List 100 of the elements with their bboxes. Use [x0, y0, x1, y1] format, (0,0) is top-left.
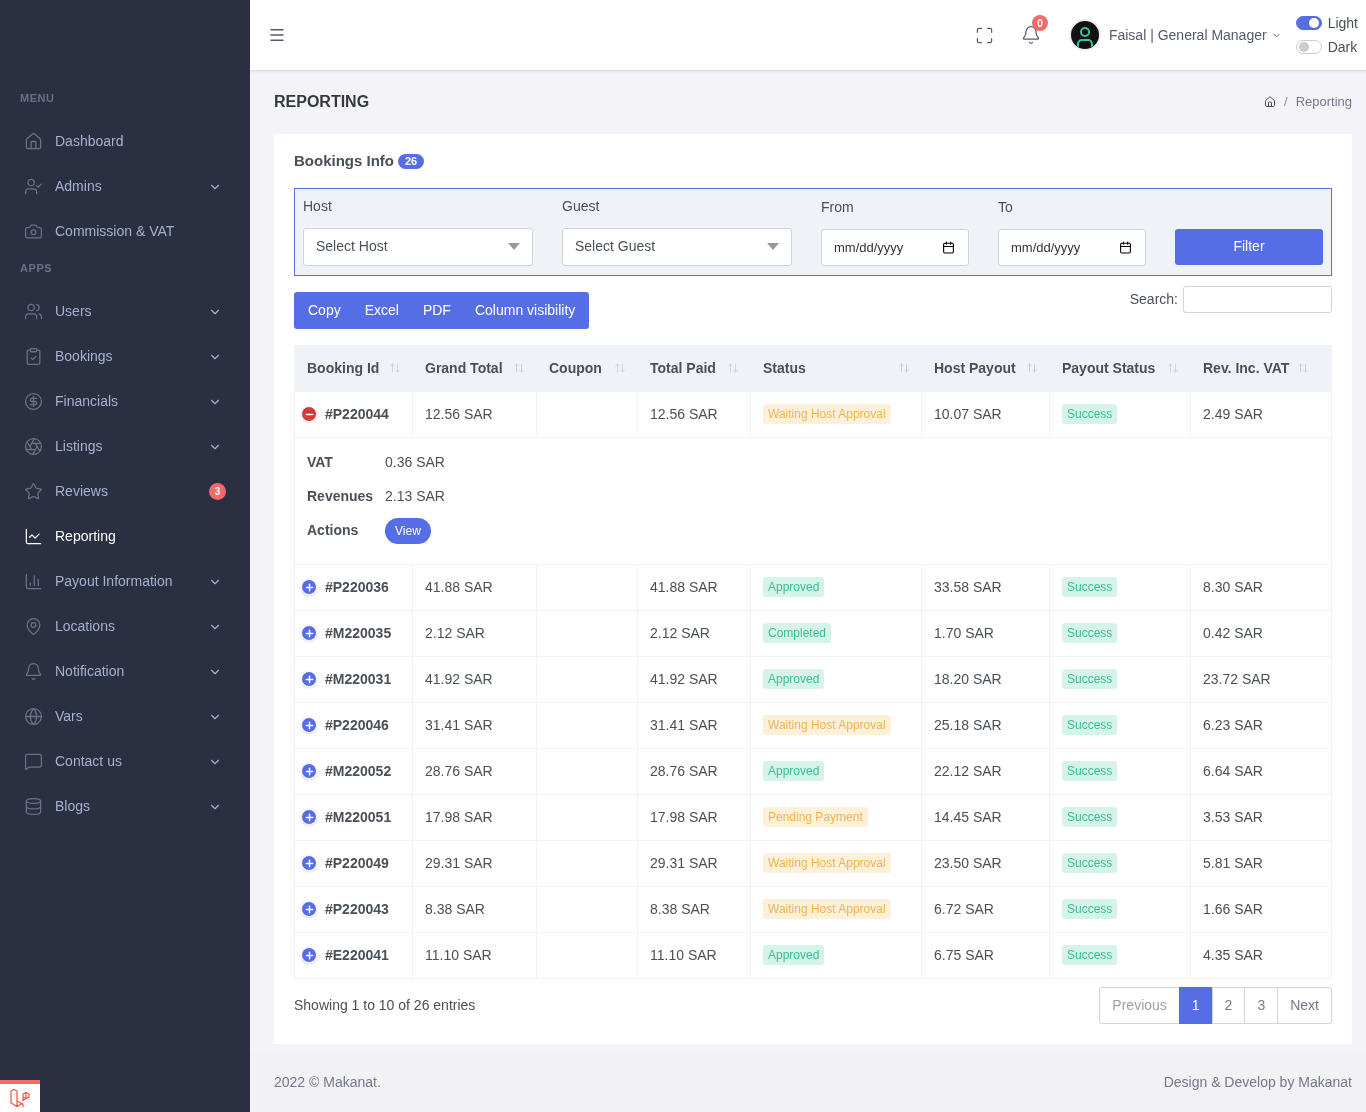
status-tag: Pending Payment — [763, 807, 868, 827]
plus-icon — [303, 949, 315, 961]
bell-icon[interactable] — [1020, 25, 1041, 45]
date-field[interactable]: mm/dd/yyyy — [998, 228, 1146, 266]
calendar-icon[interactable] — [1119, 240, 1132, 254]
table-cell-text: 28.76 SAR — [650, 761, 718, 781]
date-field[interactable]: mm/dd/yyyy — [821, 228, 969, 266]
expand-button[interactable] — [301, 671, 317, 687]
pagination-button[interactable]: 1 — [1178, 986, 1213, 1024]
search-field[interactable] — [1183, 285, 1332, 313]
expand-button[interactable] — [301, 579, 317, 595]
export-button[interactable]: Copy — [296, 291, 353, 329]
theme-switch[interactable] — [1295, 16, 1322, 30]
status-tag: Success — [1062, 807, 1118, 827]
sidebar-item[interactable]: Users — [0, 289, 250, 334]
sidebar-item[interactable]: Dashboard — [0, 119, 250, 164]
table-cell-text: 11.10 SAR — [650, 945, 717, 965]
column-header[interactable]: Booking Id — [307, 357, 380, 379]
table-cell-text: 41.88 SAR — [425, 577, 493, 597]
column-header[interactable]: Grand Total — [425, 357, 503, 379]
expand-button[interactable] — [301, 625, 317, 641]
sidebar-item[interactable]: Commission & VAT — [0, 209, 250, 254]
status-tag: Waiting Host Approval — [763, 404, 891, 424]
status-tag: Success — [1062, 899, 1118, 919]
count-badge: 3 — [209, 483, 226, 500]
export-button[interactable]: Excel — [352, 291, 411, 329]
filter-button[interactable]: Filter — [1175, 228, 1323, 265]
avatar-icon[interactable] — [1068, 19, 1101, 51]
export-button[interactable]: Column visibility — [462, 291, 588, 329]
sidebar-item[interactable]: Listings — [0, 424, 250, 469]
notification-badge: 0 — [1031, 15, 1048, 31]
table-cell-text: 22.12 SAR — [934, 761, 1002, 781]
sidebar-item[interactable]: Blogs — [0, 784, 250, 829]
credit-text: Design & Develop by Makanat — [1163, 1072, 1352, 1092]
booking-id: #P220043 — [325, 899, 389, 919]
theme-switch[interactable] — [1295, 40, 1322, 54]
copyright-text: 2022 © Makanat. — [274, 1072, 381, 1092]
expand-button[interactable] — [301, 717, 317, 733]
select-field[interactable]: Select Guest — [562, 227, 792, 266]
column-header[interactable]: Status — [763, 357, 806, 379]
expand-button[interactable] — [301, 901, 317, 917]
pagination-button[interactable]: Next — [1277, 986, 1332, 1024]
table-cell-text: 18.20 SAR — [934, 669, 1002, 689]
user-menu[interactable]: Faisal | General Manager — [1108, 24, 1267, 46]
expand-button[interactable] — [301, 947, 317, 963]
column-header[interactable]: Total Paid — [650, 357, 716, 379]
status-tag: Success — [1062, 761, 1118, 781]
breadcrumb-item: Reporting — [1295, 93, 1352, 112]
camera-icon — [24, 222, 43, 241]
count-badge: 26 — [398, 153, 425, 169]
table-cell-text: 25.18 SAR — [934, 715, 1002, 735]
table-cell-text: 12.56 SAR — [425, 404, 493, 424]
sidebar-item[interactable]: Bookings — [0, 334, 250, 379]
column-header[interactable]: Host Payout — [934, 357, 1016, 379]
view-button[interactable]: View — [385, 517, 431, 544]
table-cell-text: 17.98 SAR — [425, 807, 493, 827]
booking-id: #P220046 — [325, 715, 389, 735]
sidebar-item[interactable]: Reviews 3 — [0, 469, 250, 514]
calendar-icon[interactable] — [942, 240, 955, 254]
table-cell-text: 6.75 SAR — [934, 945, 994, 965]
status-tag: Waiting Host Approval — [763, 899, 891, 919]
table-cell-text: 0.42 SAR — [1203, 623, 1263, 643]
expand-button[interactable] — [301, 763, 317, 779]
booking-id: #P220036 — [325, 577, 389, 597]
sidebar-item[interactable]: Vars — [0, 694, 250, 739]
home-icon[interactable] — [1264, 96, 1276, 108]
theme-label: Light — [1327, 13, 1358, 33]
pagination-button[interactable]: 3 — [1244, 986, 1279, 1024]
table-cell-text: 28.76 SAR — [425, 761, 493, 781]
pagination-button[interactable]: 2 — [1211, 986, 1246, 1024]
booking-id: #P220044 — [325, 404, 389, 424]
booking-id: #M220052 — [325, 761, 392, 781]
caret-icon — [767, 243, 779, 250]
table-cell-text: 1.70 SAR — [934, 623, 994, 643]
table-cell-text: 2.12 SAR — [650, 623, 710, 643]
sidebar-item[interactable]: Financials — [0, 379, 250, 424]
column-header[interactable]: Rev. Inc. VAT — [1203, 357, 1290, 379]
menu-section-title: MENU — [19, 91, 56, 106]
sidebar-item[interactable]: Admins — [0, 164, 250, 209]
star-icon — [24, 482, 43, 501]
column-header[interactable]: Coupon — [549, 357, 602, 379]
sidebar-item[interactable]: Payout Information — [0, 559, 250, 604]
expand-button[interactable] — [301, 809, 317, 825]
entries-info: Showing 1 to 10 of 26 entries — [294, 995, 476, 1015]
collapse-button[interactable] — [301, 406, 317, 422]
sidebar-item[interactable]: Locations — [0, 604, 250, 649]
table-cell-text: 12.56 SAR — [650, 404, 718, 424]
menu-icon[interactable] — [268, 26, 286, 44]
fullscreen-icon[interactable] — [974, 25, 994, 45]
sidebar-item[interactable]: Notification — [0, 649, 250, 694]
export-button[interactable]: PDF — [410, 291, 463, 329]
select-field[interactable]: Select Host — [303, 227, 533, 266]
column-header[interactable]: Payout Status — [1062, 357, 1156, 379]
booking-id: #M220035 — [325, 623, 392, 643]
status-tag: Success — [1062, 623, 1118, 643]
sidebar-item[interactable]: Contact us — [0, 739, 250, 784]
filter-label: Guest — [562, 196, 601, 216]
sidebar-item[interactable]: Reporting — [0, 514, 250, 559]
status-tag: Completed — [763, 623, 832, 643]
expand-button[interactable] — [301, 855, 317, 871]
